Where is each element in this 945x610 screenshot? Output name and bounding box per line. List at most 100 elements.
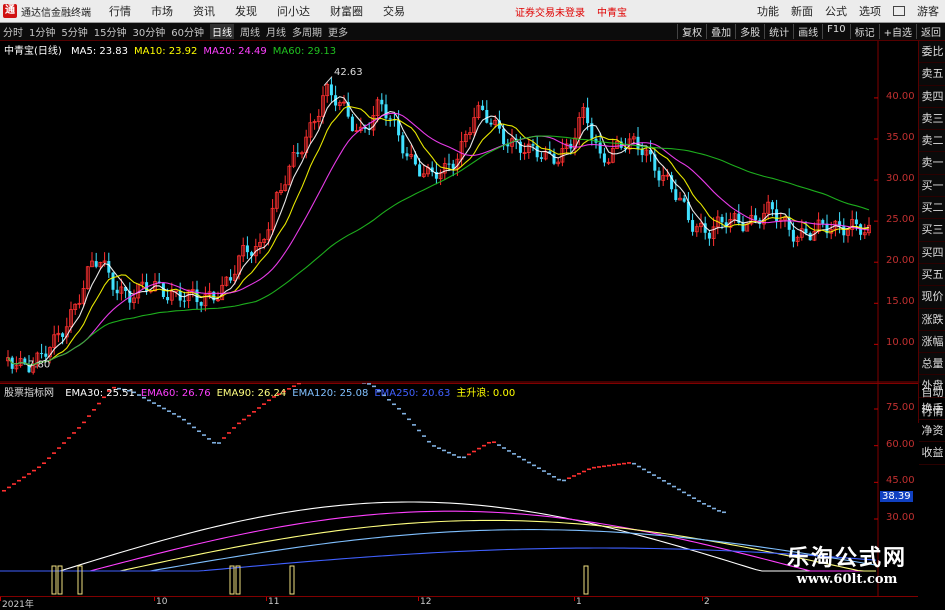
candle-body [682,198,686,202]
menu-item-xiaoda[interactable]: 问小达 [277,3,310,19]
ma-label-3: MA60: 29.13 [272,46,337,57]
candle-body [61,333,65,337]
menu-item-market[interactable]: 市场 [151,3,173,19]
menu-options[interactable]: 选项 [859,3,881,19]
candle-body [770,202,774,210]
price-tick-label: 20.00 [886,255,915,267]
candle-body [854,219,858,225]
period-multi[interactable]: 多周期 [292,24,322,39]
candle-body [166,296,170,301]
candle-body [657,170,661,181]
candle-body [598,142,602,154]
candle-body [674,189,678,200]
side-tabs: 委比 卖五 卖四 卖三 卖二 卖一 买一 买二 买三 买四 买五 现价 涨跌 涨幅 总量 外盘 换手 净资 收益 [918,41,945,465]
period-more[interactable]: 更多 [328,24,348,39]
side-tab-14[interactable]: 总量 [919,353,945,376]
menu-item-wealth[interactable]: 财富圈 [330,3,363,19]
side-tab-8[interactable]: 买三 [919,219,945,242]
indicator-tick-label: 30.00 [886,512,915,523]
menu-item-quotes[interactable]: 行情 [109,3,131,19]
tool-add-watchlist[interactable]: +自选 [878,24,916,39]
sub-chart-title[interactable]: 股票指标网 [4,388,54,399]
side-tab-2[interactable]: 卖四 [919,86,945,108]
candle-body [418,164,422,177]
watermark-title: 乐淘公式网 [786,546,907,571]
tool-f10[interactable]: F10 [822,24,849,39]
side-tab-13[interactable]: 涨幅 [919,331,945,354]
period-60min[interactable]: 60分钟 [171,24,204,39]
candle-body [754,215,758,220]
candle-body [388,118,392,120]
candle-body [842,226,846,236]
side-tab-6[interactable]: 买一 [919,175,945,198]
period-30min[interactable]: 30分钟 [132,24,165,39]
side-tab-bottom-1[interactable]: 行情 [919,402,945,421]
tool-back[interactable]: 返回 [916,24,945,39]
period-daily[interactable]: 日线 [209,24,234,39]
menu-formula[interactable]: 公式 [825,3,847,19]
side-tab-bottom-0[interactable]: 自动 [919,383,945,402]
tool-overlay[interactable]: 叠加 [706,24,735,39]
indicator-tick-label: 75.00 [886,402,915,413]
candle-body [229,277,233,281]
ema-label-1: EMA60: 26.76 [140,388,211,399]
candle-body [502,128,506,145]
side-tab-17[interactable]: 净资 [919,420,945,443]
period-weekly[interactable]: 周线 [240,24,260,39]
tool-draw-line[interactable]: 画线 [793,24,822,39]
menu-new-layout[interactable]: 新面 [791,3,813,19]
side-tab-18[interactable]: 收益 [919,442,945,465]
side-tab-10[interactable]: 买五 [919,264,945,287]
period-15min[interactable]: 15分钟 [94,24,127,39]
period-5min[interactable]: 5分钟 [61,24,87,39]
date-axis: 2021年 10 11 12 1 2 [0,596,918,610]
candle-body [481,105,485,110]
side-tab-5[interactable]: 卖一 [919,152,945,175]
side-tab-3[interactable]: 卖三 [919,108,945,131]
period-tick[interactable]: 分时 [3,24,23,39]
high-price-label: 42.63 [334,67,363,78]
period-1min[interactable]: 1分钟 [29,24,55,39]
side-tab-9[interactable]: 买四 [919,242,945,264]
candle-body [720,216,724,223]
window-button-icon[interactable] [893,6,905,16]
side-tab-4[interactable]: 卖二 [919,130,945,153]
ma-label-0: MA5: 23.83 [71,46,129,57]
side-tab-11[interactable]: 现价 [919,286,945,309]
candlestick-chart[interactable]: 42.63 7.80 [0,41,918,383]
candle-body [413,154,417,165]
candle-body [602,153,606,163]
indicator-current-value: 38.39 [880,491,913,503]
menu-function[interactable]: 功能 [757,3,779,19]
candle-body [640,148,644,156]
side-tab-1[interactable]: 卖五 [919,63,945,86]
login-notice[interactable]: 证券交易未登录 [515,4,585,19]
candle-body [94,261,98,267]
user-guest[interactable]: 游客 [917,3,939,19]
tool-mark[interactable]: 标记 [849,24,879,39]
menu-item-news[interactable]: 资讯 [193,3,215,19]
menubar-right: 功能 新面 公式 选项 游客 [757,3,939,19]
ema-label-4: EMA250: 20.63 [374,388,451,399]
side-tab-7[interactable]: 买二 [919,197,945,220]
app-logo-icon: 通 [3,4,17,18]
menu-item-trade[interactable]: 交易 [383,3,405,19]
tool-multi-stock[interactable]: 多股 [735,24,764,39]
watermark: 乐淘公式网 www.60lt.com [757,540,937,587]
ma-label-1: MA10: 23.92 [134,46,198,57]
ema-label-3: EMA120: 25.08 [292,388,369,399]
low-price-label: 7.80 [28,359,50,370]
tool-adjust[interactable]: 复权 [677,24,706,39]
price-tick-label: 35.00 [886,131,915,143]
tool-statistics[interactable]: 统计 [764,24,793,39]
current-stock-name: 中青宝 [597,7,627,19]
date-tick [418,597,419,601]
side-tab-0[interactable]: 委比 [919,41,945,64]
candle-body [111,272,115,290]
sub-chart-legend: 股票指标网 EMA30: 25.51 EMA60: 26.76 EMA90: 26.… [4,384,521,399]
side-tab-12[interactable]: 涨跌 [919,309,945,331]
menu-item-discover[interactable]: 发现 [235,3,257,19]
period-monthly[interactable]: 月线 [266,24,286,39]
indicator-tick-label: 45.00 [886,475,915,487]
date-label: 2021年 [2,600,34,610]
